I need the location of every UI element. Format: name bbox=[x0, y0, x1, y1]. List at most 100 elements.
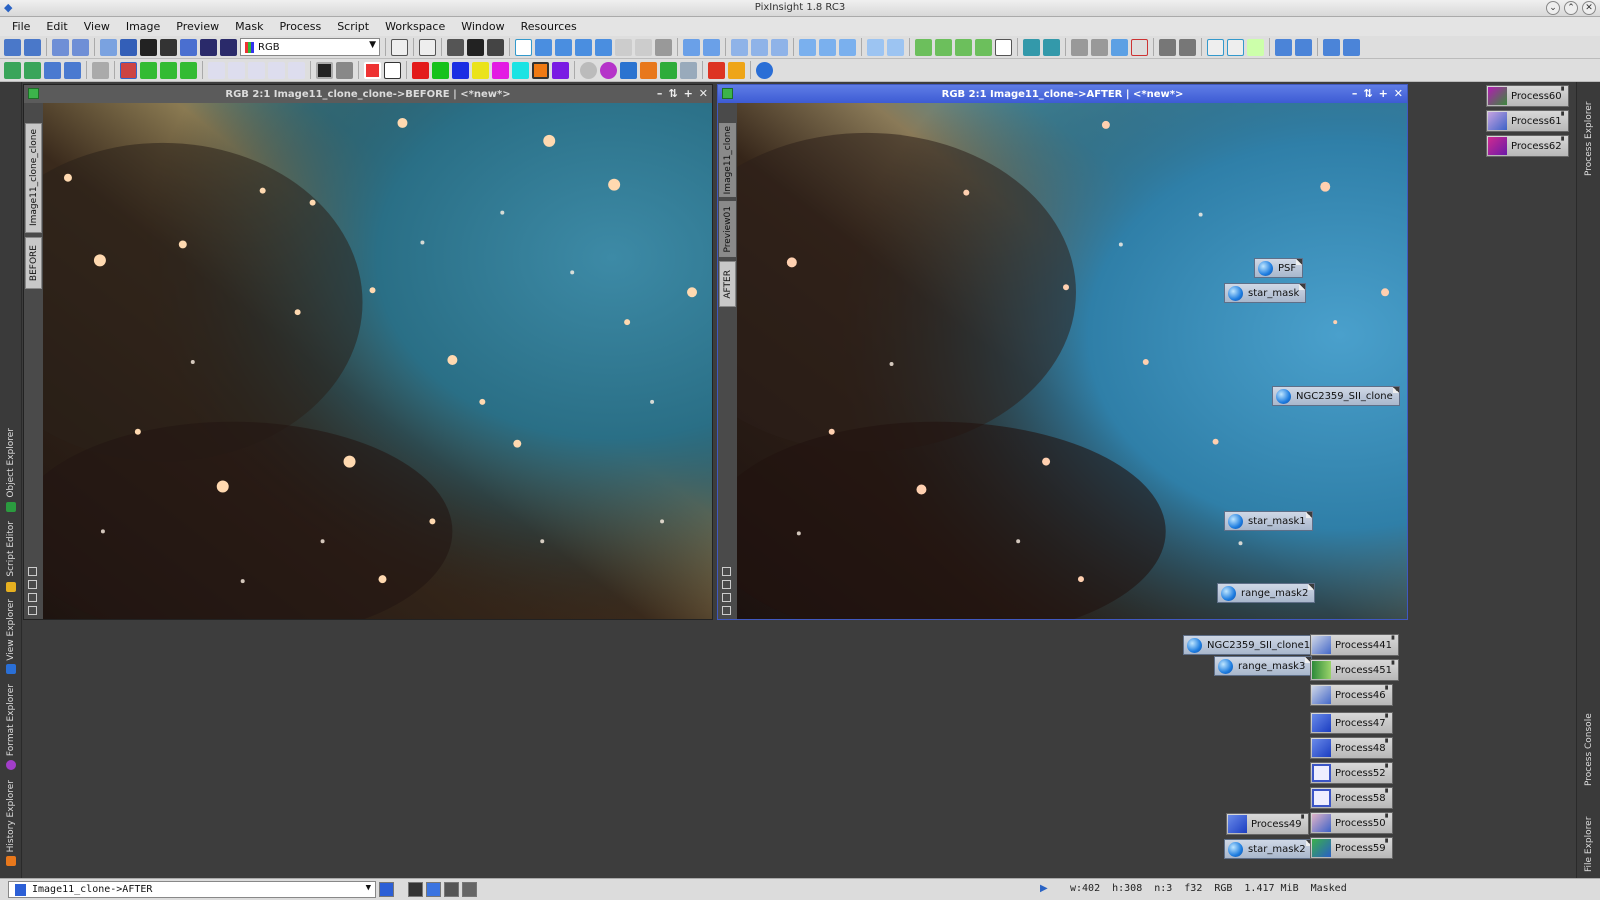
zoom-1-2-icon[interactable] bbox=[751, 38, 768, 56]
yellow-icon[interactable] bbox=[472, 61, 489, 79]
edit-preview-icon[interactable] bbox=[615, 38, 632, 56]
close-icon[interactable]: ✕ bbox=[1394, 87, 1403, 100]
view-option-icon[interactable] bbox=[28, 606, 37, 615]
export-icon-b[interactable] bbox=[1043, 38, 1060, 56]
flip-icon[interactable] bbox=[248, 61, 265, 79]
process-icon-process58[interactable]: Process58 ▘ bbox=[1310, 787, 1393, 809]
menu-file[interactable]: File bbox=[8, 20, 42, 33]
view-toggle-icon[interactable] bbox=[379, 882, 394, 897]
view-option-icon[interactable] bbox=[722, 593, 731, 602]
view-option-icon[interactable] bbox=[28, 567, 37, 576]
image-canvas[interactable] bbox=[43, 103, 712, 619]
readout-mode-icon[interactable] bbox=[595, 38, 612, 56]
transform-icon-d[interactable] bbox=[64, 61, 81, 79]
rgb-icon[interactable] bbox=[364, 61, 381, 79]
undo-icon[interactable] bbox=[4, 38, 21, 56]
save-icon[interactable] bbox=[120, 38, 137, 56]
prev-workspace-icon[interactable] bbox=[887, 38, 904, 56]
dock-icon-d[interactable] bbox=[1343, 38, 1360, 56]
export-icon[interactable] bbox=[180, 38, 197, 56]
window-titlebar[interactable]: RGB 2:1 Image11_clone->AFTER | <*new*> –… bbox=[718, 85, 1407, 103]
new-preview-icon[interactable] bbox=[391, 38, 408, 56]
image-canvas[interactable] bbox=[737, 103, 1407, 619]
run-script-icon[interactable] bbox=[708, 61, 725, 79]
redo-icon[interactable] bbox=[24, 38, 41, 56]
rotate-90cw-icon[interactable] bbox=[160, 61, 177, 79]
explorer-icon-a[interactable] bbox=[1207, 38, 1224, 56]
screen-icon[interactable] bbox=[995, 38, 1012, 56]
pan-mode-icon[interactable] bbox=[515, 38, 532, 56]
rotate-180-icon[interactable] bbox=[140, 61, 157, 79]
tab-process-console[interactable]: Process Console bbox=[1580, 702, 1598, 786]
explorer-icon-b[interactable] bbox=[1227, 38, 1244, 56]
duplicate-icon[interactable] bbox=[72, 38, 89, 56]
clear-icon[interactable] bbox=[384, 61, 401, 79]
tab-script-editor[interactable]: Script Editor bbox=[2, 510, 20, 592]
rotate-90ccw-icon[interactable] bbox=[180, 61, 197, 79]
close-image-icon[interactable] bbox=[140, 38, 157, 56]
zoom-1-1-icon[interactable] bbox=[731, 38, 748, 56]
magenta-icon[interactable] bbox=[492, 61, 509, 79]
cube-icon[interactable] bbox=[620, 61, 637, 79]
shade-icon[interactable]: ⇅ bbox=[668, 87, 677, 100]
histogram-icon[interactable] bbox=[220, 38, 237, 56]
image-icon-star-mask1[interactable]: star_mask1 bbox=[1224, 511, 1313, 531]
cascade-icon[interactable] bbox=[819, 38, 836, 56]
process-icon-process60[interactable]: Process60 ▘ bbox=[1486, 85, 1569, 107]
tab-view-explorer[interactable]: View Explorer bbox=[2, 590, 20, 674]
image-icon-ngc2359-sii-clone1[interactable]: NGC2359_SII_clone1 bbox=[1183, 635, 1318, 655]
blue-channel-icon[interactable] bbox=[452, 61, 469, 79]
shade-icon[interactable]: ⇅ bbox=[1363, 87, 1372, 100]
image-icon-psf[interactable]: PSF bbox=[1254, 258, 1304, 278]
tab-history-explorer[interactable]: History Explorer bbox=[2, 770, 20, 866]
image-icon-star-mask2[interactable]: star_mask2 bbox=[1224, 839, 1313, 859]
transform-icon-b[interactable] bbox=[24, 61, 41, 79]
script-s-icon[interactable] bbox=[728, 61, 745, 79]
menu-resources[interactable]: Resources bbox=[517, 20, 589, 33]
mask-icon[interactable] bbox=[447, 38, 464, 56]
display-mode-c-icon[interactable] bbox=[444, 882, 459, 897]
zoom-in-mode-icon[interactable] bbox=[555, 38, 572, 56]
view-option-icon[interactable] bbox=[722, 567, 731, 576]
tab-main-view[interactable]: Image11_clone_clone bbox=[25, 123, 42, 233]
mirror-v-icon[interactable] bbox=[228, 61, 245, 79]
menu-view[interactable]: View bbox=[80, 20, 122, 33]
show-mask-icon[interactable] bbox=[467, 38, 484, 56]
image-icon-ngc2359-sii-clone[interactable]: NGC2359_SII_clone bbox=[1272, 386, 1400, 406]
view-option-icon[interactable] bbox=[28, 593, 37, 602]
dock-icon-b[interactable] bbox=[1295, 38, 1312, 56]
menu-mask[interactable]: Mask bbox=[231, 20, 275, 33]
image-window-before[interactable]: RGB 2:1 Image11_clone_clone->BEFORE | <*… bbox=[23, 84, 713, 620]
process-icon-process46[interactable]: Process46 ▘ bbox=[1310, 684, 1393, 706]
toggle-icon[interactable] bbox=[1111, 38, 1128, 56]
minimize-icon[interactable]: – bbox=[1352, 87, 1358, 100]
crop-icon[interactable] bbox=[120, 61, 137, 79]
minimize-button[interactable]: ⌄ bbox=[1546, 1, 1560, 15]
violet-icon[interactable] bbox=[552, 61, 569, 79]
tab-format-explorer[interactable]: Format Explorer bbox=[2, 674, 20, 770]
minimize-icon[interactable]: – bbox=[657, 87, 663, 100]
dock-icon-a[interactable] bbox=[1275, 38, 1292, 56]
pyramid-icon[interactable] bbox=[640, 61, 657, 79]
image-icon-range-mask3[interactable]: range_mask3 bbox=[1214, 656, 1313, 676]
menu-edit[interactable]: Edit bbox=[42, 20, 79, 33]
transform-icon-e[interactable] bbox=[92, 61, 109, 79]
view-option-icon[interactable] bbox=[28, 580, 37, 589]
close-button[interactable]: ✕ bbox=[1582, 1, 1596, 15]
script-icon[interactable] bbox=[915, 38, 932, 56]
process-icon-process451[interactable]: Process451 ▘ bbox=[1310, 659, 1400, 681]
process-icon-process48[interactable]: Process48 ▘ bbox=[1310, 737, 1393, 759]
next-workspace-icon[interactable] bbox=[867, 38, 884, 56]
import-icon[interactable] bbox=[1023, 38, 1040, 56]
cyan-icon[interactable] bbox=[512, 61, 529, 79]
zoom-out-mode-icon[interactable] bbox=[575, 38, 592, 56]
sphere-icon[interactable] bbox=[600, 61, 617, 79]
close-icon[interactable]: ✕ bbox=[699, 87, 708, 100]
maximize-button[interactable]: ⌃ bbox=[1564, 1, 1578, 15]
image-icon-star-mask[interactable]: star_mask bbox=[1224, 283, 1307, 303]
invert-mask-icon[interactable] bbox=[487, 38, 504, 56]
red-channel-icon[interactable] bbox=[412, 61, 429, 79]
maximize-icon[interactable]: + bbox=[1379, 87, 1388, 100]
menu-script[interactable]: Script bbox=[333, 20, 381, 33]
view-selector[interactable]: Image11_clone->AFTER ▼ bbox=[8, 881, 376, 898]
